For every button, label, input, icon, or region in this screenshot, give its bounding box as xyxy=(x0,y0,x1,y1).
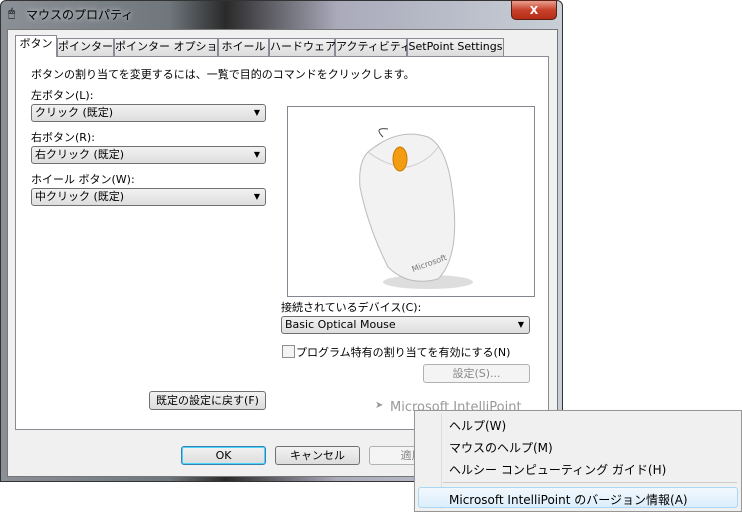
menu-item-about[interactable]: Microsoft IntelliPoint のバージョン情報(A) xyxy=(418,487,738,508)
tab-pointer-options[interactable]: ポインター オプション xyxy=(114,38,229,56)
program-specific-checkbox[interactable] xyxy=(282,345,295,358)
chevron-down-icon: ▼ xyxy=(517,320,524,329)
device-value: Basic Optical Mouse xyxy=(285,318,396,331)
window-title: マウスのプロパティ xyxy=(26,8,134,22)
menu-item-mouse-help[interactable]: マウスのヘルプ(M) xyxy=(449,439,553,456)
reset-defaults-button[interactable]: 既定の設定に戻す(F) xyxy=(149,391,266,410)
tab-buttons[interactable]: ボタン xyxy=(15,35,57,57)
tab-activity[interactable]: アクティビティ xyxy=(335,38,411,56)
chevron-down-icon: ▼ xyxy=(253,108,260,117)
context-menu: ヘルプ(W) マウスのヘルプ(M) ヘルシー コンピューティング ガイド(H) … xyxy=(414,410,742,512)
left-button-select[interactable]: クリック (既定) ▼ xyxy=(31,104,266,122)
device-select[interactable]: Basic Optical Mouse ▼ xyxy=(281,316,530,334)
cancel-button[interactable]: キャンセル xyxy=(275,446,360,465)
program-specific-label: プログラム特有の割り当てを有効にする(N) xyxy=(296,346,511,359)
ok-button[interactable]: OK xyxy=(181,446,266,465)
tab-setpoint-settings[interactable]: SetPoint Settings xyxy=(407,38,504,56)
right-button-label: 右ボタン(R): xyxy=(31,131,95,144)
left-button-label: 左ボタン(L): xyxy=(31,89,94,102)
settings-button[interactable]: 設定(S)... xyxy=(423,364,530,383)
description: ボタンの割り当てを変更するには、一覧で目的のコマンドをクリックします。 xyxy=(31,68,415,81)
wheel-button-select[interactable]: 中クリック (既定) ▼ xyxy=(31,188,266,206)
right-button-value: 右クリック (既定) xyxy=(35,148,125,161)
right-button-select[interactable]: 右クリック (既定) ▼ xyxy=(31,146,266,164)
menu-item-help[interactable]: ヘルプ(W) xyxy=(449,417,506,434)
cursor-icon: ➤ xyxy=(375,400,384,411)
device-label: 接続されているデバイス(C): xyxy=(281,301,422,314)
menu-item-about-label: Microsoft IntelliPoint のバージョン情報(A) xyxy=(449,493,688,507)
mouse-illustration: Microsoft xyxy=(359,128,473,289)
menu-separator xyxy=(443,482,737,483)
chevron-down-icon: ▼ xyxy=(253,150,260,159)
chevron-down-icon: ▼ xyxy=(253,192,260,201)
wheel-button-label: ホイール ボタン(W): xyxy=(31,173,135,186)
tab-wheel[interactable]: ホイール xyxy=(218,38,269,56)
left-button-value: クリック (既定) xyxy=(35,106,114,119)
menu-item-healthy-computing-guide[interactable]: ヘルシー コンピューティング ガイド(H) xyxy=(449,461,666,478)
mouse-image: Microsoft xyxy=(287,106,535,297)
mouse-icon: 🖱 xyxy=(8,6,16,20)
close-button[interactable]: X xyxy=(511,0,557,20)
wheel-button-value: 中クリック (既定) xyxy=(35,190,125,203)
tab-hardware[interactable]: ハードウェア xyxy=(269,38,336,56)
tab-pointer[interactable]: ポインター xyxy=(57,38,114,56)
